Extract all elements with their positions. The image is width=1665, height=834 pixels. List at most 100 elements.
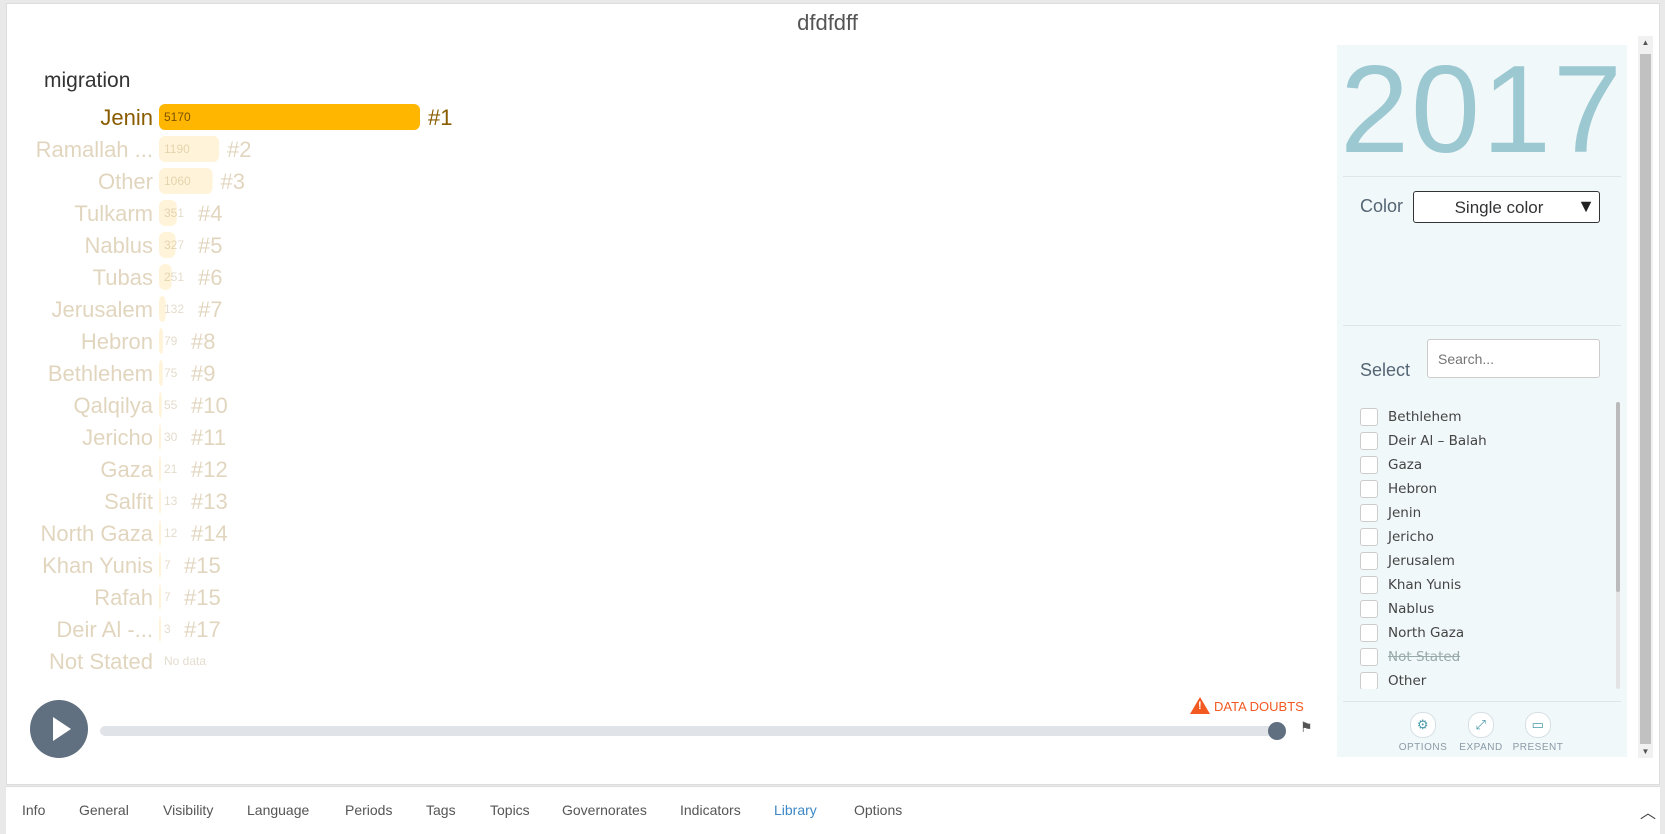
bar-rank-label: #6 bbox=[198, 265, 222, 290]
bar-label: Tubas bbox=[93, 265, 153, 290]
bar-label: Khan Yunis bbox=[42, 553, 153, 578]
bar-label: Salfit bbox=[104, 489, 153, 514]
list-item-label: Khan Yunis bbox=[1388, 577, 1462, 593]
list-item[interactable]: North Gaza bbox=[1350, 620, 1605, 644]
search-input[interactable] bbox=[1427, 339, 1600, 378]
bar-rank-label: #4 bbox=[198, 201, 222, 226]
checkbox[interactable] bbox=[1360, 624, 1378, 642]
scroll-down-icon[interactable]: ▼ bbox=[1638, 747, 1653, 756]
list-item-label: Deir Al – Balah bbox=[1388, 433, 1487, 449]
bar[interactable] bbox=[159, 584, 161, 610]
tab-language[interactable]: Language bbox=[247, 802, 309, 818]
color-select-value: Single color bbox=[1454, 198, 1544, 217]
checkbox[interactable] bbox=[1360, 456, 1378, 474]
data-doubts-link[interactable]: ! DATA DOUBTS bbox=[1190, 694, 1304, 714]
scroll-up-icon[interactable]: ▲ bbox=[1638, 38, 1653, 47]
bar-label: Other bbox=[98, 169, 153, 194]
bar-label: Jenin bbox=[100, 105, 153, 130]
tab-indicators[interactable]: Indicators bbox=[680, 802, 741, 818]
checkbox[interactable] bbox=[1360, 552, 1378, 570]
chevron-up-icon[interactable]: ︿ bbox=[1640, 799, 1656, 823]
bar[interactable] bbox=[159, 488, 161, 514]
bar-rank-label: #11 bbox=[191, 425, 226, 450]
timeline-handle[interactable] bbox=[1268, 722, 1286, 740]
bar[interactable] bbox=[159, 520, 161, 546]
list-item-label: Not Stated bbox=[1388, 649, 1461, 665]
scrollbar-thumb[interactable] bbox=[1640, 54, 1651, 744]
checkbox[interactable] bbox=[1360, 600, 1378, 618]
list-item[interactable]: Nablus bbox=[1350, 596, 1605, 620]
chevron-down-icon: ▼ bbox=[1577, 196, 1595, 216]
checkbox[interactable] bbox=[1360, 528, 1378, 546]
list-item-label: Jenin bbox=[1388, 505, 1422, 521]
checkbox[interactable] bbox=[1360, 648, 1378, 666]
checkbox[interactable] bbox=[1360, 504, 1378, 522]
color-select[interactable]: Single color ▼ bbox=[1413, 191, 1600, 223]
checkbox[interactable] bbox=[1360, 408, 1378, 426]
bar[interactable] bbox=[159, 392, 162, 418]
page-scrollbar[interactable]: ▲ ▼ bbox=[1638, 36, 1653, 758]
play-button[interactable] bbox=[30, 700, 88, 758]
bar[interactable] bbox=[159, 104, 420, 130]
list-item[interactable]: Jenin bbox=[1350, 500, 1605, 524]
list-item[interactable]: Gaza bbox=[1350, 452, 1605, 476]
bar-value-label: 3 bbox=[164, 622, 171, 636]
bar-label: Nablus bbox=[85, 233, 153, 258]
list-item[interactable]: Jerusalem bbox=[1350, 548, 1605, 572]
list-item[interactable]: Other bbox=[1350, 668, 1605, 689]
bar-rank-label: #5 bbox=[198, 233, 222, 258]
bar[interactable] bbox=[159, 616, 161, 642]
list-item[interactable]: Jericho bbox=[1350, 524, 1605, 548]
tab-tags[interactable]: Tags bbox=[426, 802, 456, 818]
bar-rank-label: #3 bbox=[221, 169, 245, 194]
timeline-slider[interactable] bbox=[100, 726, 1273, 736]
bar-value-label: 5170 bbox=[164, 110, 191, 124]
expand-label: EXPAND bbox=[1459, 742, 1503, 753]
divider bbox=[1343, 176, 1621, 177]
tab-options[interactable]: Options bbox=[854, 802, 902, 818]
bar-rank-label: #1 bbox=[428, 105, 452, 130]
checkbox[interactable] bbox=[1360, 672, 1378, 689]
bar-rank-label: #15 bbox=[184, 553, 221, 578]
bar-rank-label: #13 bbox=[191, 489, 228, 514]
bar[interactable] bbox=[159, 552, 161, 578]
list-item-label: Jerusalem bbox=[1388, 553, 1455, 569]
play-icon bbox=[53, 717, 71, 741]
bar[interactable] bbox=[159, 456, 161, 482]
bar-value-label: 351 bbox=[164, 206, 184, 220]
list-item[interactable]: Khan Yunis bbox=[1350, 572, 1605, 596]
list-item[interactable]: Hebron bbox=[1350, 476, 1605, 500]
bar-value-label: 55 bbox=[164, 398, 178, 412]
bar-label: Qalqilya bbox=[74, 393, 154, 418]
list-item[interactable]: Not Stated bbox=[1350, 644, 1605, 668]
bar[interactable] bbox=[159, 360, 163, 386]
bar[interactable] bbox=[159, 424, 161, 450]
bar-label: Not Stated bbox=[49, 649, 153, 674]
tab-visibility[interactable]: Visibility bbox=[163, 802, 213, 818]
bar-label: Ramallah ... bbox=[36, 137, 153, 162]
tab-governorates[interactable]: Governorates bbox=[562, 802, 647, 818]
tab-topics[interactable]: Topics bbox=[490, 802, 530, 818]
end-marker-icon[interactable]: ⚑ bbox=[1300, 719, 1313, 736]
bar[interactable] bbox=[159, 328, 163, 354]
checkbox[interactable] bbox=[1360, 432, 1378, 450]
divider bbox=[1343, 325, 1621, 326]
tab-general[interactable]: General bbox=[79, 802, 129, 818]
tab-library[interactable]: Library bbox=[774, 802, 817, 818]
tab-periods[interactable]: Periods bbox=[345, 802, 392, 818]
bar-value-label: 251 bbox=[164, 270, 184, 284]
divider bbox=[1343, 701, 1621, 702]
list-item[interactable]: Deir Al – Balah bbox=[1350, 428, 1605, 452]
select-label: Select bbox=[1360, 360, 1411, 380]
bar-value-label: 75 bbox=[164, 366, 178, 380]
options-button[interactable]: ⚙ OPTIONS bbox=[1393, 712, 1453, 753]
tab-info[interactable]: Info bbox=[22, 802, 45, 818]
checkbox[interactable] bbox=[1360, 480, 1378, 498]
bar-value-label: 327 bbox=[164, 238, 184, 252]
list-scrollbar[interactable] bbox=[1616, 402, 1620, 592]
present-button[interactable]: ▭ PRESENT bbox=[1508, 712, 1568, 753]
expand-icon: ⤢ bbox=[1468, 712, 1494, 738]
checkbox[interactable] bbox=[1360, 576, 1378, 594]
expand-button[interactable]: ⤢ EXPAND bbox=[1451, 712, 1511, 753]
list-item[interactable]: Bethlehem bbox=[1350, 404, 1605, 428]
